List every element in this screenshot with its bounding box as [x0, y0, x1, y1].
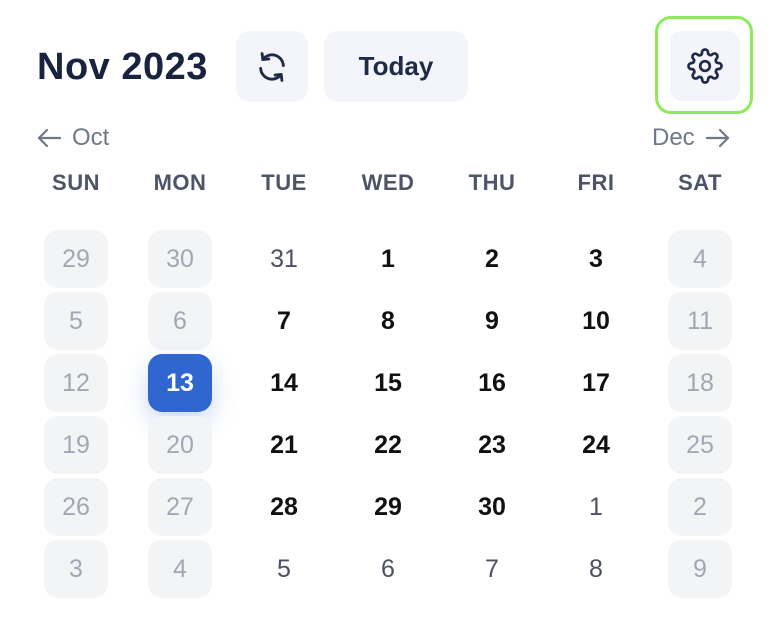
day-cell[interactable]: 18 — [668, 354, 732, 412]
day-cell[interactable]: 1 — [564, 478, 628, 536]
weekday-wed: WED — [361, 170, 415, 195]
day-cell[interactable]: 15 — [356, 354, 420, 412]
weekday-thu: THU — [468, 170, 516, 195]
prev-month-label: Oct — [72, 124, 110, 151]
day-cell[interactable]: 10 — [564, 292, 628, 350]
refresh-icon — [259, 51, 285, 82]
day-cell[interactable]: 4 — [668, 230, 732, 288]
day-cell[interactable]: 8 — [356, 292, 420, 350]
day-cell[interactable]: 5 — [44, 292, 108, 350]
day-cell[interactable]: 8 — [564, 540, 628, 598]
day-cell[interactable]: 29 — [44, 230, 108, 288]
calendar-grid: 29 30 31 1 2 3 4 5 6 7 8 9 10 11 12 13 14 15 16 17 18 19 20 21 2… — [24, 230, 752, 602]
day-cell[interactable]: 20 — [148, 416, 212, 474]
gear-icon — [687, 48, 723, 84]
day-cell[interactable]: 5 — [252, 540, 316, 598]
day-cell[interactable]: 2 — [460, 230, 524, 288]
weekday-fri: FRI — [577, 170, 615, 195]
day-cell[interactable]: 6 — [356, 540, 420, 598]
day-cell[interactable]: 24 — [564, 416, 628, 474]
day-cell[interactable]: 3 — [564, 230, 628, 288]
day-cell[interactable]: 2 — [668, 478, 732, 536]
day-cell[interactable]: 7 — [460, 540, 524, 598]
day-cell[interactable]: 25 — [668, 416, 732, 474]
prev-month-link[interactable]: Oct — [36, 122, 109, 154]
weekday-tue: TUE — [261, 170, 307, 195]
day-cell[interactable]: 23 — [460, 416, 524, 474]
day-cell[interactable]: 28 — [252, 478, 316, 536]
day-cell[interactable]: 9 — [460, 292, 524, 350]
day-cell[interactable]: 29 — [356, 478, 420, 536]
day-cell[interactable]: 31 — [252, 230, 316, 288]
day-cell[interactable]: 9 — [668, 540, 732, 598]
day-cell[interactable]: 26 — [44, 478, 108, 536]
calendar-header: Nov 2023 Today — [0, 0, 770, 120]
today-button[interactable]: Today — [324, 31, 468, 102]
refresh-button[interactable] — [236, 31, 308, 102]
day-cell[interactable]: 27 — [148, 478, 212, 536]
settings-focus-outline — [655, 16, 753, 114]
day-cell-selected[interactable]: 13 — [148, 354, 212, 412]
weekday-sat: SAT — [678, 170, 722, 195]
day-cell[interactable]: 30 — [460, 478, 524, 536]
next-month-link[interactable]: Dec — [652, 122, 731, 154]
day-cell[interactable]: 1 — [356, 230, 420, 288]
day-cell[interactable]: 17 — [564, 354, 628, 412]
day-cell[interactable]: 19 — [44, 416, 108, 474]
day-cell[interactable]: 16 — [460, 354, 524, 412]
day-cell[interactable]: 14 — [252, 354, 316, 412]
settings-button[interactable] — [670, 31, 740, 101]
month-title: Nov 2023 — [37, 46, 208, 88]
day-cell[interactable]: 6 — [148, 292, 212, 350]
arrow-right-icon — [705, 127, 731, 149]
weekday-sun: SUN — [52, 170, 100, 195]
day-cell[interactable]: 3 — [44, 540, 108, 598]
weekday-header-row: SUN MON TUE WED THU FRI SAT — [24, 170, 752, 202]
day-cell[interactable]: 7 — [252, 292, 316, 350]
day-cell[interactable]: 22 — [356, 416, 420, 474]
day-cell[interactable]: 30 — [148, 230, 212, 288]
day-cell[interactable]: 12 — [44, 354, 108, 412]
next-month-label: Dec — [652, 124, 695, 151]
day-cell[interactable]: 11 — [668, 292, 732, 350]
day-cell[interactable]: 21 — [252, 416, 316, 474]
weekday-mon: MON — [153, 170, 207, 195]
arrow-left-icon — [36, 127, 62, 149]
day-cell[interactable]: 4 — [148, 540, 212, 598]
